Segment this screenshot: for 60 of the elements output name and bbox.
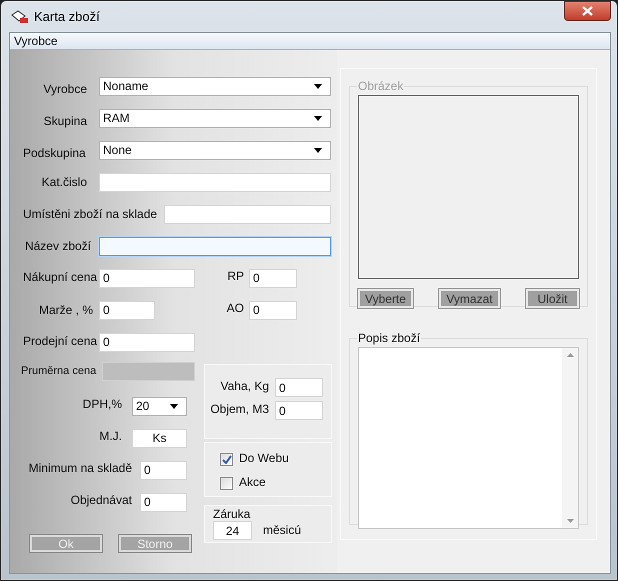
text-field[interactable] (99, 172, 331, 192)
checkbox-label: Do Webu (239, 450, 289, 467)
scroll-down-icon[interactable] (566, 519, 574, 523)
dropdown[interactable]: RAM (99, 108, 331, 128)
window-title: Karta zboží (34, 8, 100, 26)
image-button[interactable]: Vyberte (358, 289, 413, 308)
dropdown[interactable]: 20 (132, 396, 187, 416)
text-field[interactable]: 0 (275, 401, 323, 420)
checkbox[interactable] (220, 452, 233, 466)
text-field[interactable]: 0 (140, 460, 187, 480)
scroll-up-icon[interactable] (566, 353, 574, 357)
image-button[interactable]: Vymazat (439, 289, 500, 308)
field-label: Pruměrna cena (20, 364, 98, 379)
dropdown[interactable]: None (99, 140, 331, 160)
close-icon (582, 6, 593, 16)
text-field[interactable] (164, 204, 331, 224)
group-title: Popis zboží (357, 330, 422, 347)
field-label: Umístěni zboží na sklade (22, 206, 158, 223)
image-button[interactable]: Uložit (526, 289, 579, 308)
text-field[interactable] (99, 236, 331, 256)
field-label: AO (226, 300, 244, 317)
text-field[interactable]: 0 (99, 332, 195, 352)
text-field[interactable]: 0 (99, 300, 155, 320)
field-label: Vyrobce (42, 80, 88, 98)
field-label: RP (227, 268, 244, 285)
field-label: Minimum na skladě (28, 460, 133, 476)
group-title: Záruka (213, 506, 252, 521)
caret-icon (314, 116, 322, 120)
scrollbar[interactable] (562, 348, 578, 528)
menu-item[interactable]: Vyrobce (10, 32, 62, 50)
caret-icon (314, 84, 322, 88)
field-label: Objem, M3 (209, 401, 270, 418)
unit-label: měsicú (263, 522, 302, 539)
field-label: Marže , % (38, 302, 94, 319)
field-label: Nákupní cena (22, 268, 98, 286)
field-label: Podskupina (22, 144, 87, 162)
text-field[interactable]: 0 (99, 268, 195, 288)
field-label: M.J. (98, 428, 123, 444)
field-label: Skupina (42, 112, 88, 130)
dropdown[interactable]: Noname (99, 76, 331, 96)
text-field[interactable]: 0 (249, 268, 297, 288)
field-label: Prodejní cena (22, 332, 98, 350)
caret-icon (314, 148, 322, 152)
field-label: Vaha, Kg (220, 378, 270, 395)
field-label: Objednávat (70, 492, 133, 508)
app-icon (11, 10, 29, 24)
text-field[interactable]: Ks (132, 428, 187, 448)
close-button[interactable] (564, 1, 611, 21)
caret-icon (170, 404, 178, 408)
group-title: Obrázek (357, 78, 404, 95)
field-label: Název zboží (24, 238, 92, 255)
text-field[interactable]: 0 (140, 492, 187, 512)
text-field[interactable]: 24 (213, 521, 252, 540)
field-label: DPH,% (82, 396, 123, 412)
text-field[interactable]: 0 (249, 300, 297, 320)
checkbox-label: Akce (239, 474, 266, 491)
description-field[interactable] (358, 347, 579, 529)
field-label: Kat.čislo (40, 174, 88, 191)
checkbox[interactable] (220, 476, 233, 490)
text-field[interactable]: 0 (275, 378, 323, 397)
